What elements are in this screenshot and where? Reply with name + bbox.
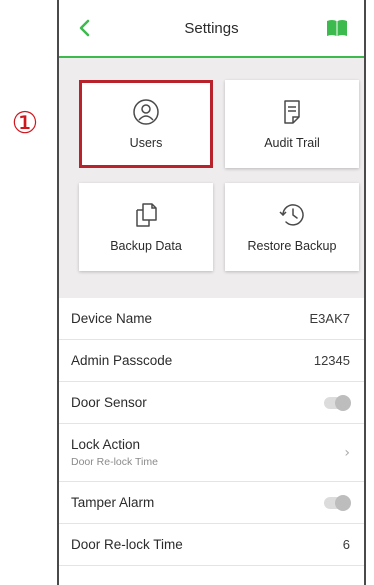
document-icon [284,100,300,124]
backup-data-tile[interactable]: Backup Data [79,183,213,271]
device-name-row[interactable]: Device Name E3AK7 [59,298,364,340]
users-label: Users [129,136,163,150]
door-sensor-toggle[interactable] [324,394,351,411]
tamper-alarm-row: Tamper Alarm [59,482,364,524]
users-tile[interactable]: Users [79,80,213,168]
header-bar: Settings [59,0,364,58]
restore-backup-tile[interactable]: Restore Backup [225,183,359,271]
door-relock-time-value: 6 [342,537,350,552]
door-relock-time-label: Door Re-lock Time [71,537,183,552]
chevron-right-icon: › [344,444,350,461]
restore-backup-label: Restore Backup [247,239,337,253]
lock-action-text: Lock Action Door Re-lock Time [71,437,158,468]
backup-data-label: Backup Data [110,239,182,253]
tamper-alarm-toggle[interactable] [324,494,351,511]
audit-trail-label: Audit Trail [264,136,320,150]
door-sensor-row: Door Sensor [59,382,364,424]
toggle-knob [335,394,351,411]
lock-action-row[interactable]: Lock Action Door Re-lock Time › [59,424,364,482]
lock-action-sublabel: Door Re-lock Time [71,456,158,468]
copy-document-icon [136,203,157,227]
step-marker: ① [11,105,39,141]
toggle-knob [335,494,351,511]
device-name-label: Device Name [71,311,153,326]
settings-list: Device Name E3AK7 Admin Passcode 12345 D… [59,298,364,566]
tamper-alarm-label: Tamper Alarm [71,495,155,510]
audit-trail-tile[interactable]: Audit Trail [225,80,359,168]
door-relock-time-row[interactable]: Door Re-lock Time 6 [59,524,364,566]
phone-screen: Settings Users Audit Trail Backup Data R… [57,0,366,585]
admin-passcode-value: 12345 [313,353,350,368]
lock-action-label: Lock Action [71,437,141,452]
back-button[interactable] [73,16,97,40]
door-sensor-label: Door Sensor [71,395,147,410]
settings-grid: Users Audit Trail Backup Data Restore Ba… [59,58,364,298]
book-icon [327,20,347,36]
device-name-value: E3AK7 [309,311,350,326]
admin-passcode-row[interactable]: Admin Passcode 12345 [59,340,364,382]
page-title: Settings [184,19,239,37]
chevron-left-icon [79,19,90,37]
user-icon [133,99,159,125]
help-book-button[interactable] [326,19,348,37]
history-clock-icon [279,204,304,226]
admin-passcode-label: Admin Passcode [71,353,173,368]
